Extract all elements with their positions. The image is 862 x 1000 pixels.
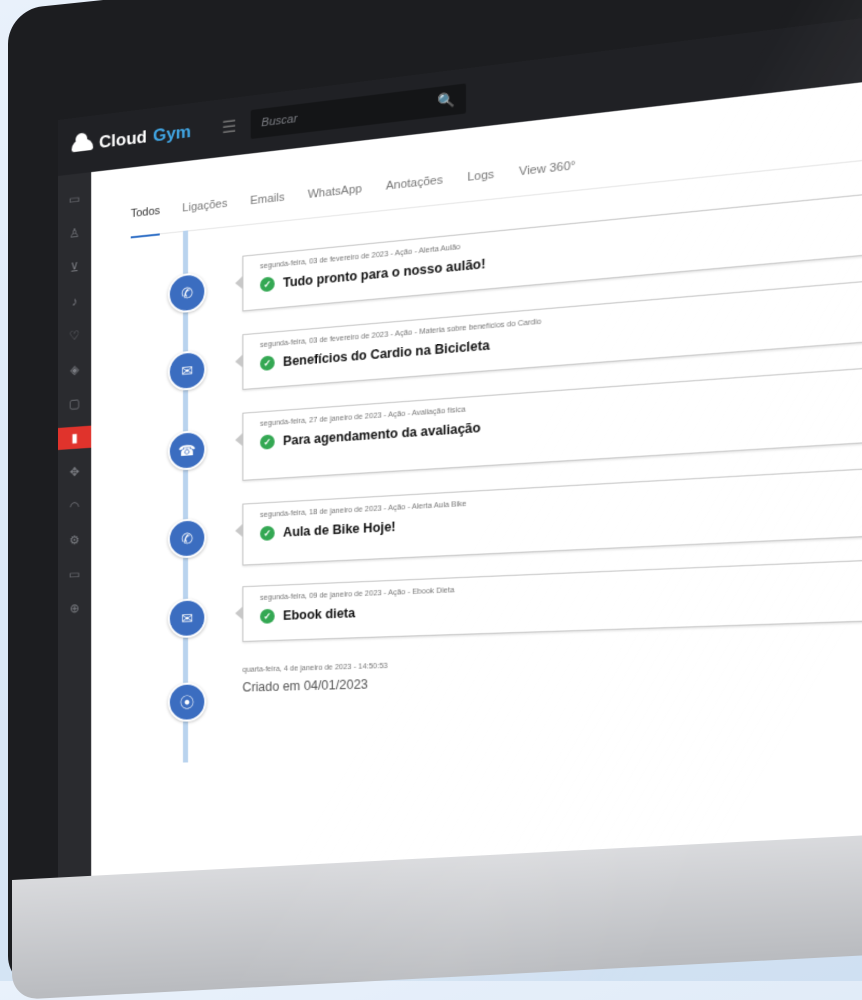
move-icon[interactable]: ✥ — [58, 460, 91, 484]
puzzle-icon[interactable]: ⊕ — [58, 597, 91, 620]
tab-view-360[interactable]: View 360° — [519, 153, 576, 196]
tab-whatsapp[interactable]: WhatsApp — [308, 176, 362, 218]
cloud-logo-icon — [71, 137, 94, 153]
timeline-title: Ebook dieta — [283, 605, 356, 624]
check-icon: ✓ — [260, 355, 275, 372]
monitor-icon[interactable]: ▭ — [58, 186, 91, 212]
timeline-title-row: ✓ Ebook dieta — [260, 606, 355, 624]
music-icon[interactable]: ♪ — [58, 289, 91, 314]
logo-accent: Gym — [152, 121, 192, 146]
sidebar: ▭ ♙ ⊻ ♪ ♡ ◈ ▢ ▮ ✥ ◠ ⚙ ▭ ⊕ — [58, 172, 92, 889]
timeline-meta: segunda-feira, 09 de janeiro de 2023 - A… — [260, 586, 455, 603]
tab-todos[interactable]: Todos — [130, 198, 161, 239]
menu-icon[interactable]: ☰ — [222, 116, 237, 138]
card-icon[interactable]: ▭ — [58, 562, 91, 586]
timeline-title: Para agendamento da avaliação — [283, 420, 481, 449]
check-icon: ✓ — [260, 608, 275, 624]
headset-icon[interactable]: ◠ — [58, 494, 91, 518]
user-icon[interactable]: ♙ — [58, 220, 91, 246]
tab-anotacoes[interactable]: Anotações — [386, 167, 443, 209]
tab-emails[interactable]: Emails — [250, 185, 284, 224]
created-entry: quarta-feira, 4 de janeiro de 2023 - 14:… — [242, 663, 387, 695]
email-icon: ✉ — [167, 349, 207, 392]
settings-icon[interactable]: ⚙ — [58, 528, 91, 552]
cart-icon[interactable]: ⊻ — [58, 255, 91, 280]
search-placeholder: Buscar — [261, 112, 298, 130]
created-title: Criado em 04/01/2023 — [242, 676, 368, 695]
check-icon: ✓ — [260, 525, 275, 541]
location-pin-icon: ⦿ — [167, 682, 207, 722]
check-icon: ✓ — [260, 276, 275, 293]
whatsapp-icon: ✆ — [167, 517, 207, 559]
timeline-title: Aula de Bike Hoje! — [283, 519, 396, 540]
app-screen: Cloud Gym ☰ Buscar 🔍 ▭ ♙ ⊻ ♪ ♡ ◈ ▢ ▮ ✥ ◠… — [58, 0, 862, 889]
email-icon: ✉ — [167, 598, 207, 639]
main-content: Todos Ligações Emails WhatsApp Anotações… — [91, 63, 862, 888]
created-meta: quarta-feira, 4 de janeiro de 2023 - 14:… — [242, 662, 388, 675]
tab-ligacoes[interactable]: Ligações — [182, 191, 227, 231]
search-icon[interactable]: 🔍 — [437, 91, 455, 110]
search-input[interactable]: Buscar 🔍 — [251, 83, 467, 140]
heart-icon[interactable]: ♡ — [58, 323, 91, 348]
logo-primary: Cloud — [99, 127, 147, 153]
timeline-meta: segunda-feira, 18 de janeiro de 2023 - A… — [260, 500, 467, 520]
chart-icon[interactable]: ▮ — [58, 425, 92, 450]
check-icon: ✓ — [260, 434, 275, 450]
diamond-icon[interactable]: ◈ — [58, 357, 91, 382]
phone-icon: ☎ — [167, 429, 207, 472]
folder-icon[interactable]: ▢ — [58, 391, 91, 416]
whatsapp-icon: ✆ — [167, 271, 207, 315]
tab-logs[interactable]: Logs — [467, 162, 494, 201]
timeline-title-row: ✓ Aula de Bike Hoje! — [260, 519, 396, 541]
app-logo[interactable]: Cloud Gym — [71, 118, 222, 157]
timeline-card[interactable]: segunda-feira, 09 de janeiro de 2023 - A… — [242, 550, 862, 643]
